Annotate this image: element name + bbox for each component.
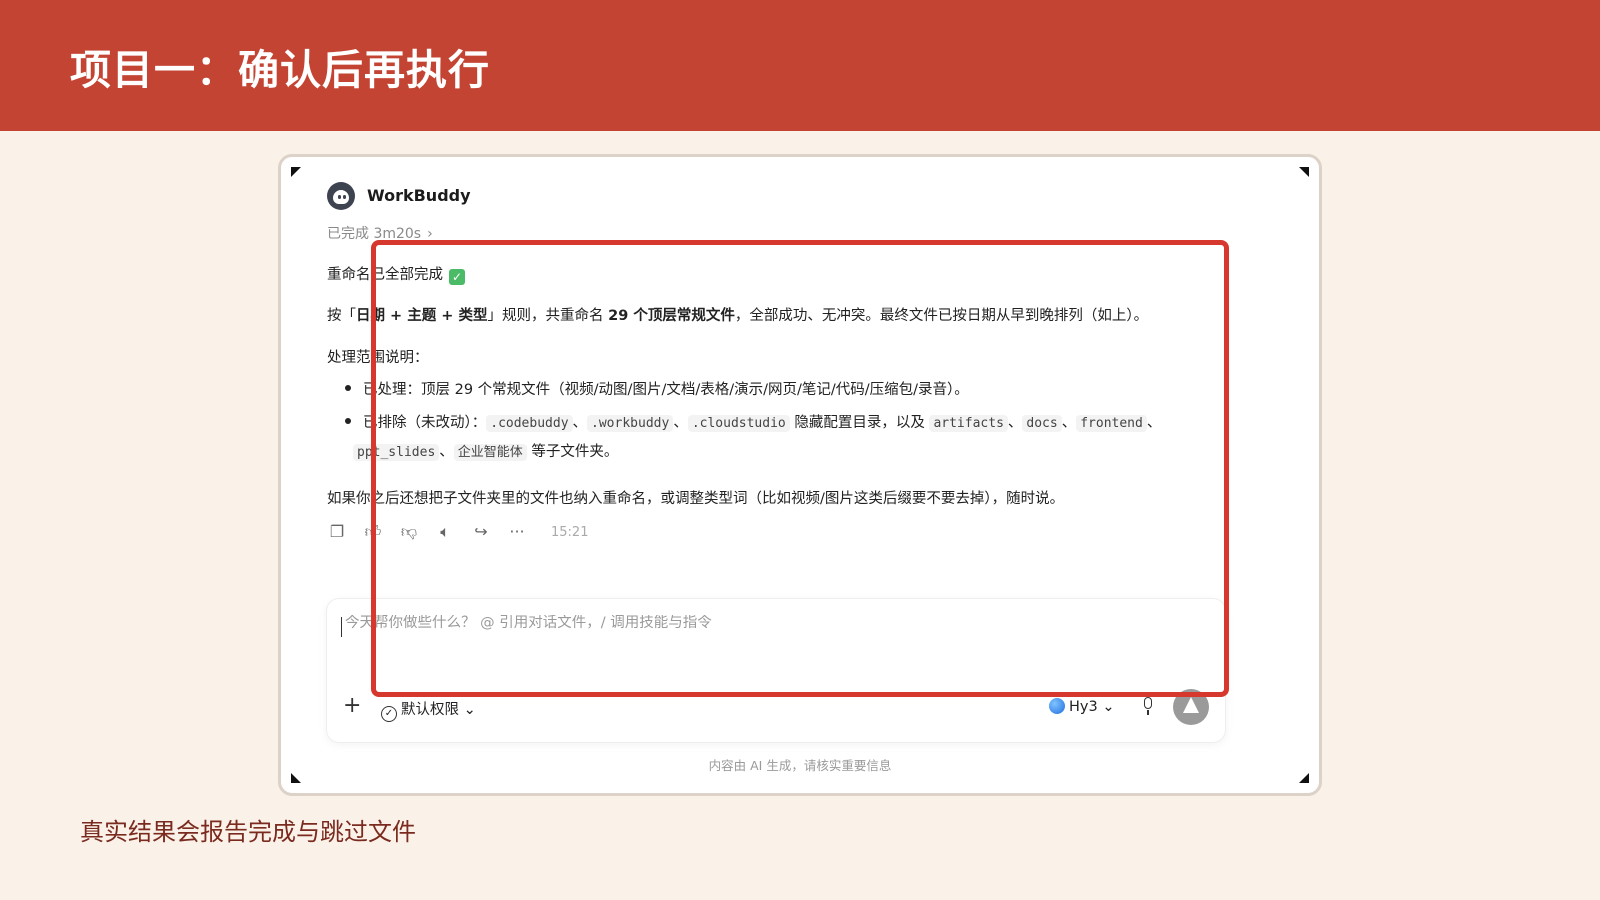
- excluded-mid: 隐藏配置目录，以及: [789, 415, 930, 431]
- chat-input[interactable]: [345, 615, 1045, 631]
- shield-check-icon: ✓: [381, 706, 397, 722]
- followup-text: 如果你之后还想把子文件夹里的文件也纳入重命名，或调整类型词（比如视频/图片这类后…: [327, 491, 1065, 507]
- list-item: 已排除（未改动）： .codebuddy、 .workbuddy、 .cloudstu…: [345, 411, 1162, 432]
- list-item-continuation: ppt_slides、企业智能体 等子文件夹。: [349, 440, 618, 461]
- excluded-prefix: 已排除（未改动）：: [363, 415, 487, 431]
- permission-label: 默认权限: [401, 702, 459, 718]
- arrow-up-icon: [1183, 697, 1199, 713]
- completion-status-text: 已完成 3m20s: [327, 226, 422, 242]
- corner-mark-icon: [1299, 773, 1309, 783]
- check-mark-icon: ✓: [449, 269, 465, 285]
- rename-count: 29 个顶层常规文件: [608, 308, 735, 324]
- thumbs-down-icon[interactable]: 👎︎: [399, 522, 419, 542]
- corner-mark-icon: [291, 773, 301, 783]
- share-icon[interactable]: ↪: [471, 522, 491, 542]
- microphone-icon[interactable]: [1139, 695, 1157, 717]
- bullet-dot-icon: [345, 418, 351, 424]
- composer: + ✓默认权限 ⌄ Hy3 ⌄: [327, 599, 1225, 742]
- screenshot-frame: WorkBuddy 已完成 3m20s › 重命名已全部完成 ✓ 按「日期 + 主题…: [278, 154, 1322, 796]
- code-snippet: artifacts: [929, 415, 1008, 432]
- rule-prefix: 按「: [327, 308, 356, 324]
- separator: 、: [572, 415, 588, 431]
- rule-summary-line: 按「日期 + 主题 + 类型」规则，共重命名 29 个顶层常规文件，全部成功、无…: [327, 304, 1148, 325]
- scope-title: 处理范围说明：: [327, 350, 429, 366]
- code-snippet: frontend: [1076, 415, 1147, 432]
- slide-title: 项目一：确认后再执行: [70, 46, 490, 94]
- rule-suffix: ，全部成功、无冲突。最终文件已按日期从早到晚排列（如上）。: [734, 308, 1149, 324]
- message-heading: 重命名已全部完成 ✓: [327, 263, 465, 285]
- processed-text: 已处理：顶层 29 个常规文件（视频/动图/图片/文档/表格/演示/网页/笔记/…: [363, 382, 969, 398]
- rule-mid: 」规则，共重命名: [487, 308, 609, 324]
- code-snippet: .cloudstudio: [687, 415, 790, 432]
- thumbs-up-icon[interactable]: 👍︎: [363, 522, 383, 542]
- model-logo-icon: [1049, 698, 1065, 714]
- rule-name: 日期 + 主题 + 类型: [356, 308, 488, 324]
- more-icon[interactable]: ···: [507, 522, 527, 542]
- copy-icon[interactable]: ❐: [327, 522, 347, 542]
- separator: 、: [439, 444, 454, 460]
- permission-dropdown[interactable]: ✓ 默认权限 ⌄: [381, 698, 476, 722]
- chevron-down-icon: ⌄: [463, 702, 476, 718]
- model-selector[interactable]: Hy3 ⌄: [1049, 698, 1114, 715]
- slide-caption: 真实结果会报告完成与跳过文件: [80, 818, 416, 846]
- corner-mark-icon: [1299, 167, 1309, 177]
- code-snippet: .codebuddy: [486, 415, 573, 432]
- model-label: Hy3: [1069, 699, 1098, 715]
- add-attachment-button[interactable]: +: [343, 695, 361, 717]
- code-snippet: docs: [1022, 415, 1062, 432]
- bullet-dot-icon: [345, 385, 351, 391]
- message-timestamp: 15:21: [551, 525, 589, 540]
- app-name: WorkBuddy: [367, 186, 471, 205]
- list-item: 已处理：顶层 29 个常规文件（视频/动图/图片/文档/表格/演示/网页/笔记/…: [345, 378, 969, 399]
- separator: 、: [673, 415, 688, 431]
- message-heading-text: 重命名已全部完成: [327, 267, 443, 283]
- send-button[interactable]: [1173, 689, 1209, 725]
- speaker-icon[interactable]: 🔈︎: [435, 522, 455, 542]
- code-snippet: .workbuddy: [587, 415, 674, 432]
- separator: 、: [1146, 415, 1162, 431]
- separator: 、: [1007, 415, 1023, 431]
- text-caret: [341, 617, 342, 637]
- chevron-down-icon: ⌄: [1102, 699, 1115, 715]
- chevron-right-icon: ›: [427, 226, 433, 242]
- corner-mark-icon: [291, 167, 301, 177]
- robot-avatar-icon: [327, 182, 355, 210]
- code-snippet: ppt_slides: [353, 444, 440, 461]
- completion-status-toggle[interactable]: 已完成 3m20s ›: [327, 223, 433, 243]
- excluded-suffix: 等子文件夹。: [526, 444, 619, 460]
- code-snippet: 企业智能体: [453, 444, 527, 461]
- ai-disclaimer: 内容由 AI 生成，请核实重要信息: [708, 758, 892, 773]
- separator: 、: [1061, 415, 1077, 431]
